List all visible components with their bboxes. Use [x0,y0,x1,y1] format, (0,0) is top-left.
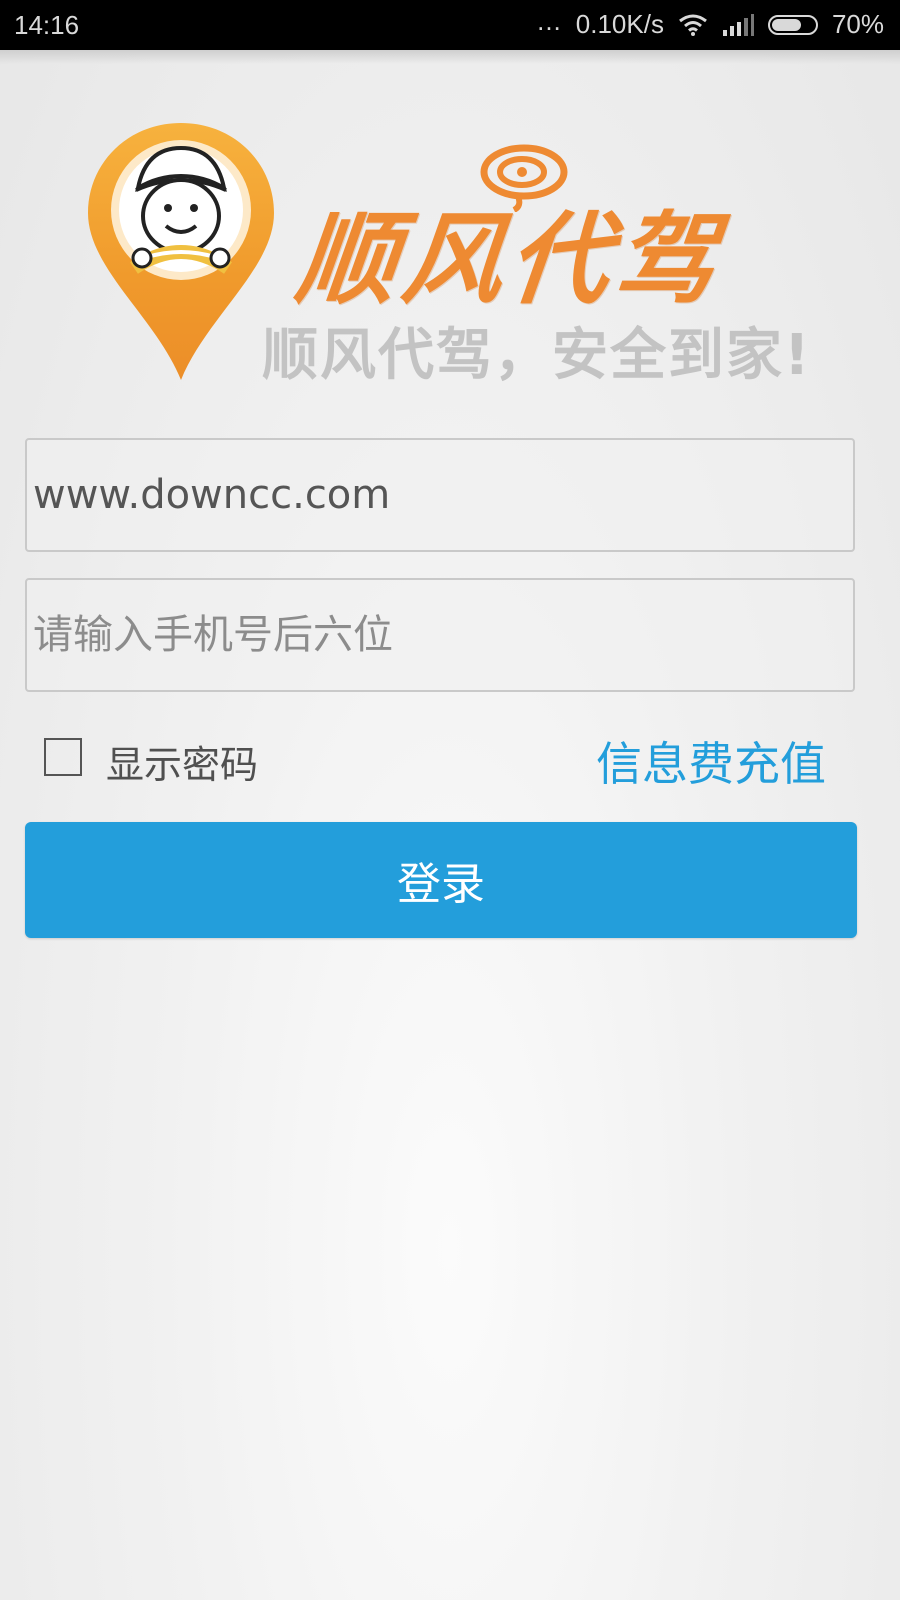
status-indicators: ... 0.10K/s 70% [537,6,884,40]
show-password-label[interactable]: 显示密码 [106,734,258,789]
battery-percent: 70% [831,9,884,39]
status-time: 14:16 [14,10,80,40]
status-bar: 14:16 ... 0.10K/s 70% [0,0,900,50]
battery-fill [771,18,802,31]
username-input[interactable] [25,438,855,552]
signal-icon [722,13,754,36]
recharge-link[interactable]: 信息费充值 [596,728,826,794]
login-button-label: 登录 [397,859,485,910]
password-input[interactable] [25,578,855,692]
wifi-icon [679,14,707,36]
login-button[interactable]: 登录 [25,822,857,938]
logo-brand-text: 顺风代驾 [290,200,728,318]
show-password-checkbox[interactable] [44,738,82,776]
notification-dots: ... [537,6,562,36]
logo-slogan: 顺风代驾，安全到家! [262,323,812,388]
status-bar-shadow [0,50,900,64]
map-pin-driver-icon [88,123,274,380]
battery-icon [767,14,818,35]
network-speed: 0.10K/s [575,9,664,39]
